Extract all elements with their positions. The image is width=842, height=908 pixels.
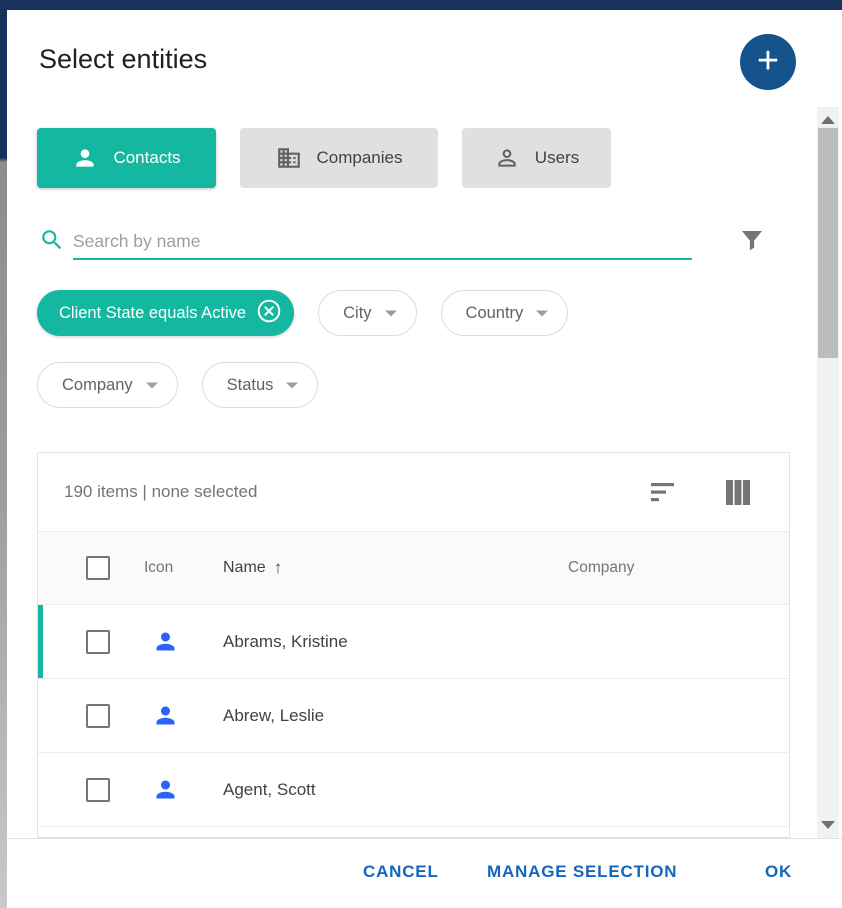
circle-x-icon[interactable] [256, 298, 282, 329]
table-row[interactable]: Abrew, Leslie [38, 679, 789, 753]
column-header-name[interactable]: Name ↑ [223, 558, 568, 578]
filter-chip-company[interactable]: Company [37, 362, 178, 408]
row-name: Abrew, Leslie [223, 706, 568, 726]
table-header-row: Icon Name ↑ Company [38, 531, 789, 605]
filter-chips: Client State equals Active City Country … [37, 290, 677, 408]
plus-icon: + [757, 42, 779, 80]
vertical-scrollbar[interactable] [817, 107, 839, 838]
ok-button[interactable]: OK [765, 857, 792, 887]
caret-down-icon [384, 304, 398, 323]
contact-icon [144, 702, 223, 729]
results-table: 190 items | none selected Icon Name ↑ Co… [37, 452, 790, 838]
entity-type-tabs: Contacts Companies Users [37, 128, 611, 188]
columns-icon[interactable] [725, 480, 751, 505]
row-name: Agent, Scott [223, 780, 568, 800]
column-header-company[interactable]: Company [568, 559, 789, 577]
caret-down-icon [535, 304, 549, 323]
scrollbar-thumb[interactable] [818, 128, 838, 358]
caret-down-icon [145, 376, 159, 395]
building-icon [276, 145, 302, 171]
column-header-icon[interactable]: Icon [144, 559, 223, 577]
row-checkbox[interactable] [86, 704, 110, 728]
filter-chip-city-label: City [343, 304, 371, 323]
contact-icon [144, 776, 223, 803]
page-title: Select entities [39, 44, 207, 75]
row-checkbox[interactable] [86, 778, 110, 802]
search-input[interactable] [73, 224, 692, 260]
filter-chip-country[interactable]: Country [441, 290, 569, 336]
tab-companies-label: Companies [317, 148, 403, 168]
sort-lines-icon[interactable] [650, 482, 677, 502]
row-checkbox[interactable] [86, 630, 110, 654]
table-toolbar: 190 items | none selected [38, 453, 789, 531]
caret-down-icon [285, 376, 299, 395]
filter-chip-client-state-label: Client State equals Active [59, 304, 246, 323]
row-name: Abrams, Kristine [223, 632, 568, 652]
filter-chip-status[interactable]: Status [202, 362, 319, 408]
tab-users[interactable]: Users [462, 128, 611, 188]
tab-contacts-label: Contacts [113, 148, 180, 168]
filter-chip-company-label: Company [62, 376, 133, 395]
table-row[interactable]: Agent, Scott [38, 753, 789, 827]
table-row-partial [38, 827, 789, 838]
manage-selection-button[interactable]: MANAGE SELECTION [487, 857, 677, 887]
filter-chip-client-state[interactable]: Client State equals Active [37, 290, 294, 336]
sort-ascending-icon: ↑ [274, 558, 283, 578]
table-row[interactable]: Abrams, Kristine [38, 605, 789, 679]
row-highlight-accent [38, 605, 43, 678]
tab-companies[interactable]: Companies [240, 128, 438, 188]
filter-chip-status-label: Status [227, 376, 274, 395]
search-icon [39, 227, 65, 258]
items-summary: 190 items | none selected [64, 482, 257, 502]
funnel-icon[interactable] [737, 226, 767, 261]
filter-chip-city[interactable]: City [318, 290, 416, 336]
person-outline-icon [494, 145, 520, 171]
cancel-button[interactable]: CANCEL [363, 857, 439, 887]
tab-contacts[interactable]: Contacts [37, 128, 216, 188]
person-icon [72, 145, 98, 171]
select-all-checkbox[interactable] [86, 556, 110, 580]
scroll-up-icon[interactable] [821, 116, 835, 124]
footer-divider [7, 838, 842, 839]
filter-chip-country-label: Country [466, 304, 524, 323]
page-backdrop-left [0, 0, 7, 908]
tab-users-label: Users [535, 148, 579, 168]
scroll-down-icon[interactable] [821, 821, 835, 829]
add-entity-button[interactable]: + [740, 34, 796, 90]
contact-icon [144, 628, 223, 655]
page-backdrop-top [0, 0, 842, 10]
select-entities-dialog: Select entities + Contacts Companies Use… [7, 10, 842, 908]
